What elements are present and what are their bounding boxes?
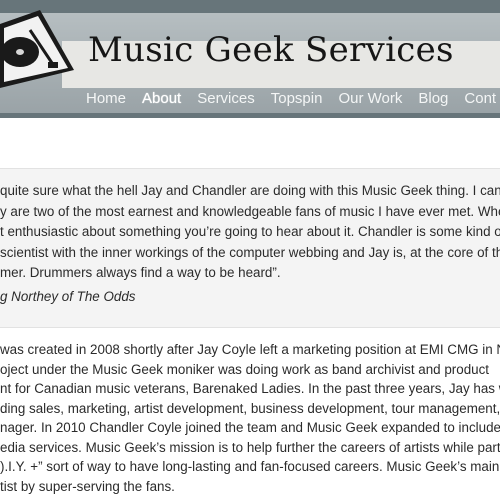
about-line: ding sales, marketing, artist developmen… — [0, 400, 500, 416]
quote-attribution: g Northey of The Odds — [0, 289, 136, 304]
nav-home[interactable]: Home — [86, 89, 126, 109]
site-header: Music Geek Services Home About Services … — [0, 0, 500, 118]
about-paragraph: was created in 2008 shortly after Jay Co… — [0, 340, 500, 496]
quote-line: quite sure what the hell Jay and Chandle… — [0, 183, 500, 198]
quote-text: quite sure what the hell Jay and Chandle… — [0, 181, 500, 284]
quote-line: scientist with the inner workings of the… — [0, 244, 500, 260]
site-title[interactable]: Music Geek Services — [88, 30, 454, 70]
testimonial-quote: quite sure what the hell Jay and Chandle… — [0, 168, 500, 328]
about-line: edia services. Music Geek’s mission is t… — [0, 439, 500, 455]
about-line: nager. In 2010 Chandler Coyle joined the… — [0, 420, 500, 435]
about-line: nt for Canadian music veterans, Barenake… — [0, 381, 500, 396]
quote-line: t enthusiastic about something you’re go… — [0, 224, 500, 239]
nav-contact[interactable]: Cont — [464, 89, 496, 109]
nav-blog[interactable]: Blog — [418, 89, 448, 109]
turntable-logo-icon[interactable] — [0, 10, 74, 88]
nav-topspin[interactable]: Topspin — [271, 89, 323, 109]
about-line: was created in 2008 shortly after Jay Co… — [0, 342, 500, 357]
main-nav: Home About Services Topspin Our Work Blo… — [86, 89, 500, 109]
about-line: tist by super-serving the fans. — [0, 478, 175, 494]
about-line: ).I.Y. +” sort of way to have long-lasti… — [0, 459, 500, 474]
nav-our-work[interactable]: Our Work — [338, 89, 402, 109]
nav-about[interactable]: About — [142, 89, 181, 109]
nav-services[interactable]: Services — [197, 89, 255, 109]
about-line: oject under the Music Geek moniker was d… — [0, 361, 490, 377]
quote-line: y are two of the most earnest and knowle… — [0, 203, 500, 219]
quote-line: mer. Drummers always find a way to be he… — [0, 265, 281, 280]
